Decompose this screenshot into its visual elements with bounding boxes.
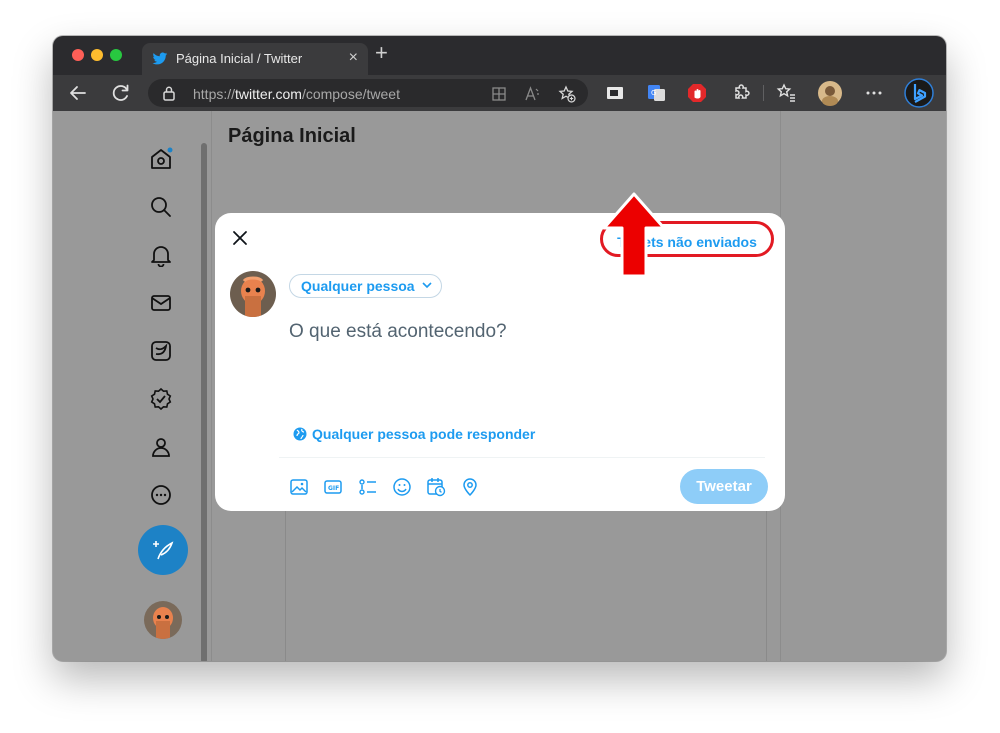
ad-block-icon[interactable] <box>686 82 708 104</box>
home-icon[interactable] <box>149 147 173 171</box>
chevron-down-icon <box>422 282 432 289</box>
location-icon[interactable] <box>460 477 480 497</box>
extensions-icon[interactable] <box>730 82 752 104</box>
new-tab-button[interactable]: + <box>375 40 388 66</box>
tab-title: Página Inicial / Twitter <box>176 51 303 66</box>
browser-toolbar: https://twitter.com/compose/tweet G <box>53 75 946 111</box>
more-menu-icon[interactable] <box>863 82 885 104</box>
compose-tweet-button[interactable] <box>138 525 188 575</box>
svg-text:G: G <box>651 89 656 97</box>
address-bar[interactable]: https://twitter.com/compose/tweet <box>148 79 588 107</box>
tweet-text-input[interactable]: O que está acontecendo? <box>289 321 507 343</box>
composer-avatar[interactable] <box>230 271 276 317</box>
browser-window: Página Inicial / Twitter × + https://twi… <box>53 36 946 661</box>
add-favorite-icon[interactable] <box>558 85 576 103</box>
url-text[interactable]: https://twitter.com/compose/tweet <box>193 86 400 102</box>
mail-icon[interactable] <box>149 291 173 315</box>
search-icon[interactable] <box>149 195 173 219</box>
divider <box>279 457 765 458</box>
close-icon[interactable] <box>229 227 251 249</box>
svg-text:GIF: GIF <box>328 485 339 492</box>
audience-label: Qualquer pessoa <box>301 278 415 294</box>
tab-bar: Página Inicial / Twitter × + <box>53 36 946 75</box>
minimize-window-button[interactable] <box>91 49 103 61</box>
poll-icon[interactable] <box>358 477 378 497</box>
image-icon[interactable] <box>289 477 309 497</box>
url-host: twitter.com <box>235 86 302 102</box>
verified-icon[interactable] <box>149 387 173 411</box>
profile-avatar-icon[interactable] <box>817 80 843 106</box>
bing-icon[interactable] <box>904 78 934 108</box>
back-arrow-icon[interactable] <box>67 82 89 104</box>
zoom-window-button[interactable] <box>110 49 122 61</box>
read-aloud-icon[interactable] <box>523 85 541 103</box>
lock-icon[interactable] <box>162 85 176 101</box>
sidebar-scrollbar[interactable] <box>201 143 207 661</box>
close-window-button[interactable] <box>72 49 84 61</box>
picture-in-picture-icon[interactable] <box>604 82 626 104</box>
google-translate-icon[interactable]: G <box>645 82 667 104</box>
annotation-arrow-icon <box>602 192 666 278</box>
page-heading: Página Inicial <box>228 125 356 147</box>
avatar-image <box>144 601 182 639</box>
emoji-icon[interactable] <box>392 477 412 497</box>
quill-plus-icon <box>153 541 174 560</box>
browser-tab[interactable]: Página Inicial / Twitter × <box>142 43 368 75</box>
twitter-blue-icon[interactable] <box>149 339 173 363</box>
avatar-image <box>230 271 276 317</box>
tweet-button[interactable]: Tweetar <box>680 469 768 504</box>
app-available-icon[interactable] <box>490 85 508 103</box>
url-path: /compose/tweet <box>301 86 400 102</box>
schedule-icon[interactable] <box>426 477 446 497</box>
sidebar-avatar[interactable] <box>144 601 182 639</box>
compose-modal: Tweets não enviados Qualquer pessoa O qu… <box>215 213 785 511</box>
twitter-bird-icon <box>152 52 168 65</box>
audience-selector[interactable]: Qualquer pessoa <box>289 274 442 298</box>
url-scheme: https:// <box>193 86 236 102</box>
favorites-icon[interactable] <box>775 82 797 104</box>
gif-icon[interactable]: GIF <box>323 477 343 497</box>
tab-close-button[interactable]: × <box>349 49 358 67</box>
reply-setting-label: Qualquer pessoa pode responder <box>312 426 536 442</box>
reply-setting-button[interactable]: Qualquer pessoa pode responder <box>293 426 535 442</box>
globe-icon <box>293 427 307 441</box>
twitter-page: Página Inicial Tweets não enviados Qualq… <box>53 111 946 661</box>
column-divider <box>211 111 212 661</box>
reload-icon[interactable] <box>110 82 132 104</box>
toolbar-divider <box>763 85 764 101</box>
more-options-icon[interactable] <box>149 483 173 507</box>
profile-icon[interactable] <box>149 435 173 459</box>
bell-icon[interactable] <box>149 243 173 267</box>
